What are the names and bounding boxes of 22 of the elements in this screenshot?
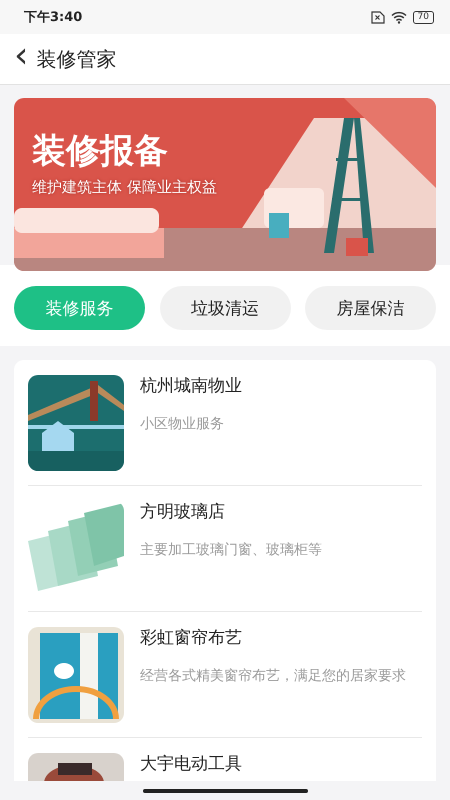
category-tab[interactable]: 房屋保洁 [305,286,436,330]
status-time: 下午3:40 [24,9,82,26]
shop-item[interactable]: 杭州城南物业 小区物业服务 [28,360,422,486]
no-sim-icon [370,10,385,24]
banner[interactable]: 装修报备 维护建筑主体 保障业主权益 [14,98,436,271]
shop-description: 主要加工玻璃门窗、玻璃柜等 [140,541,322,560]
banner-title: 装修报备 [32,130,169,173]
home-indicator[interactable] [142,788,308,792]
shop-name: 杭州城南物业 [140,375,242,397]
shop-name: 彩虹窗帘布艺 [140,627,243,649]
battery-icon: 70 [412,10,434,24]
shop-description: 经营各式精美窗帘布艺，满足您的居家要求 [140,667,406,686]
shop-description: 小区物业服务 [140,415,225,434]
category-tab[interactable]: 垃圾清运 [160,286,290,330]
back-button[interactable]: ‹ [0,36,36,82]
wifi-icon [390,10,407,24]
shop-item[interactable]: 方明玻璃店 主要加工玻璃门窗、玻璃柜等 [28,486,422,612]
shop-name: 大宇电动工具 [140,753,242,775]
shop-item[interactable]: 彩虹窗帘布艺 经营各式精美窗帘布艺，满足您的居家要求 [28,612,422,738]
banner-subtitle: 维护建筑主体 保障业主权益 [32,178,217,197]
shop-name: 方明玻璃店 [140,501,226,523]
page-title: 装修管家 [36,46,116,72]
